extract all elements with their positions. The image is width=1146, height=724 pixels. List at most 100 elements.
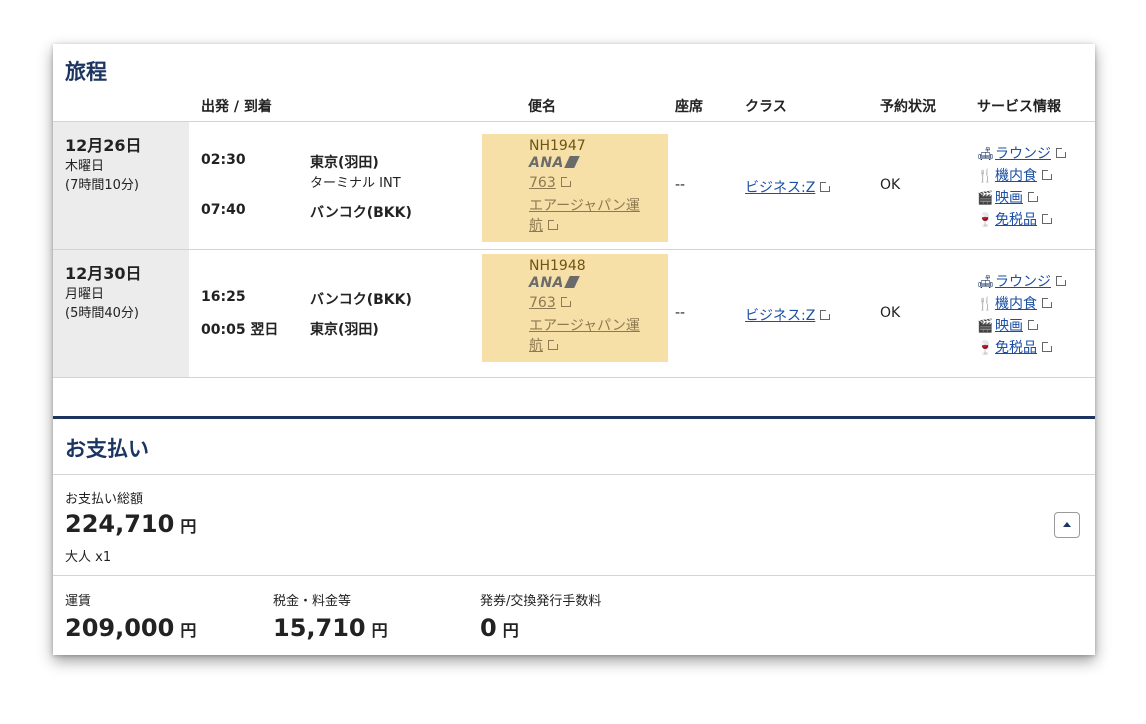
fee-label: 発券/交換発行手数料 <box>480 594 602 609</box>
duty-free-icon: 🍷 <box>977 213 994 228</box>
header-seat: 座席 <box>675 99 703 115</box>
collapse-toggle-button[interactable] <box>1054 512 1080 538</box>
service-label: 映画 <box>995 318 1023 334</box>
service-link-meal[interactable]: 🍴 機内食 <box>977 165 1053 185</box>
service-link-meal[interactable]: 🍴 機内食 <box>977 293 1053 313</box>
departure-airport: 東京(羽田) <box>310 155 379 171</box>
tax-label: 税金・料金等 <box>273 594 352 609</box>
ana-logo: ANA <box>529 155 580 171</box>
operator-link[interactable]: エアージャパン運 <box>529 315 640 335</box>
departure-time: 16:25 <box>201 289 246 305</box>
service-label: 免税品 <box>995 340 1037 356</box>
arrival-time: 00:05 翌日 <box>201 322 279 338</box>
fare-amount-row: 209,000 円 <box>65 614 196 642</box>
external-link-icon <box>560 176 572 187</box>
departure-airport: バンコク(BKK) <box>310 292 412 308</box>
external-link-icon <box>820 309 832 320</box>
flight-number: NH1948 <box>529 258 586 274</box>
arrival-airport: バンコク(BKK) <box>310 205 412 221</box>
fee-amount-row: 0円 <box>480 614 519 642</box>
aircraft-link[interactable]: 763 <box>529 295 572 311</box>
ana-logo-stripe <box>564 156 580 168</box>
total-label: お支払い総額 <box>65 492 144 507</box>
arrival-airport: 東京(羽田) <box>310 322 379 338</box>
external-link-icon <box>1056 147 1067 158</box>
itinerary-card: 旅程 出発 / 到着 便名 座席 クラス 予約状況 サービス情報 12月26日 … <box>53 44 1095 655</box>
divider <box>53 121 1095 122</box>
arrival-time: 07:40 <box>201 202 246 218</box>
currency-label: 円 <box>180 621 197 640</box>
external-link-icon <box>1042 297 1053 308</box>
operator-text: 航 <box>529 218 543 234</box>
class-text: ビジネス:Z <box>745 308 816 324</box>
divider <box>53 249 1095 250</box>
divider <box>53 474 1095 475</box>
total-amount-row: 224,710 円 <box>65 510 196 538</box>
segment-date: 12月26日 <box>65 136 142 155</box>
passenger-count: 大人 x1 <box>65 550 112 565</box>
meal-icon: 🍴 <box>977 297 994 312</box>
flight-number: NH1947 <box>529 138 586 154</box>
flight-info-box: NH1948 ANA 763 エアージャパン運 航 <box>482 254 668 362</box>
external-link-icon <box>1042 341 1053 352</box>
segment-duration: (5時間40分) <box>65 306 139 321</box>
flight-info-box: NH1947 ANA 763 エアージャパン運 航 <box>482 134 668 242</box>
service-link-movie[interactable]: 🎬 映画 <box>977 315 1039 335</box>
service-link-lounge[interactable]: 🛋ラウンジ <box>977 143 1067 163</box>
segment-weekday: 木曜日 <box>65 159 105 174</box>
service-label: 映画 <box>995 190 1023 206</box>
aircraft-link[interactable]: 763 <box>529 175 572 191</box>
booking-status: OK <box>880 305 901 321</box>
section-divider <box>53 416 1095 419</box>
aircraft-type: 763 <box>529 175 556 191</box>
movie-icon: 🎬 <box>977 319 994 334</box>
currency-label: 円 <box>502 621 519 640</box>
external-link-icon <box>548 339 559 350</box>
header-flight: 便名 <box>528 99 556 115</box>
duty-free-icon: 🍷 <box>977 341 994 356</box>
fare-amount: 209,000 <box>65 614 175 642</box>
class-link[interactable]: ビジネス:Z <box>745 305 832 325</box>
external-link-icon <box>1042 213 1053 224</box>
service-label: 機内食 <box>995 168 1037 184</box>
tax-amount-row: 15,710 円 <box>273 614 388 642</box>
airline-logo-text: ANA <box>529 275 564 291</box>
external-link-icon <box>560 296 572 307</box>
lounge-icon: 🛋 <box>977 275 994 290</box>
service-label: 免税品 <box>995 212 1037 228</box>
header-class: クラス <box>745 99 787 115</box>
operator-link-cont[interactable]: 航 <box>529 215 559 235</box>
class-text: ビジネス:Z <box>745 180 816 196</box>
header-status: 予約状況 <box>880 99 936 115</box>
seat-value: -- <box>675 305 686 321</box>
aircraft-type: 763 <box>529 295 556 311</box>
lounge-icon: 🛋 <box>977 147 994 162</box>
external-link-icon <box>1028 191 1039 202</box>
operator-link-cont[interactable]: 航 <box>529 335 559 355</box>
currency-label: 円 <box>371 621 388 640</box>
service-label: 機内食 <box>995 296 1037 312</box>
service-label: ラウンジ <box>995 274 1051 290</box>
segment-date: 12月30日 <box>65 264 142 283</box>
itinerary-title: 旅程 <box>65 60 107 84</box>
operator-text: エアージャパン運 <box>529 198 640 214</box>
operator-link[interactable]: エアージャパン運 <box>529 195 640 215</box>
currency-label: 円 <box>180 517 197 536</box>
operator-text: 航 <box>529 338 543 354</box>
operator-text: エアージャパン運 <box>529 318 640 334</box>
fee-amount: 0 <box>480 614 497 642</box>
segment-weekday: 月曜日 <box>65 287 105 302</box>
service-label: ラウンジ <box>995 146 1051 162</box>
departure-terminal: ターミナル INT <box>310 176 401 191</box>
date-cell: 12月26日 木曜日 (7時間10分) <box>53 122 189 249</box>
service-link-duty-free[interactable]: 🍷 免税品 <box>977 337 1053 357</box>
header-depart-arrive: 出発 / 到着 <box>201 99 272 115</box>
movie-icon: 🎬 <box>977 191 994 206</box>
external-link-icon <box>1056 275 1067 286</box>
service-link-duty-free[interactable]: 🍷 免税品 <box>977 209 1053 229</box>
service-link-lounge[interactable]: 🛋ラウンジ <box>977 271 1067 291</box>
service-link-movie[interactable]: 🎬 映画 <box>977 187 1039 207</box>
payment-title: お支払い <box>65 437 149 461</box>
seat-value: -- <box>675 177 686 193</box>
class-link[interactable]: ビジネス:Z <box>745 177 832 197</box>
